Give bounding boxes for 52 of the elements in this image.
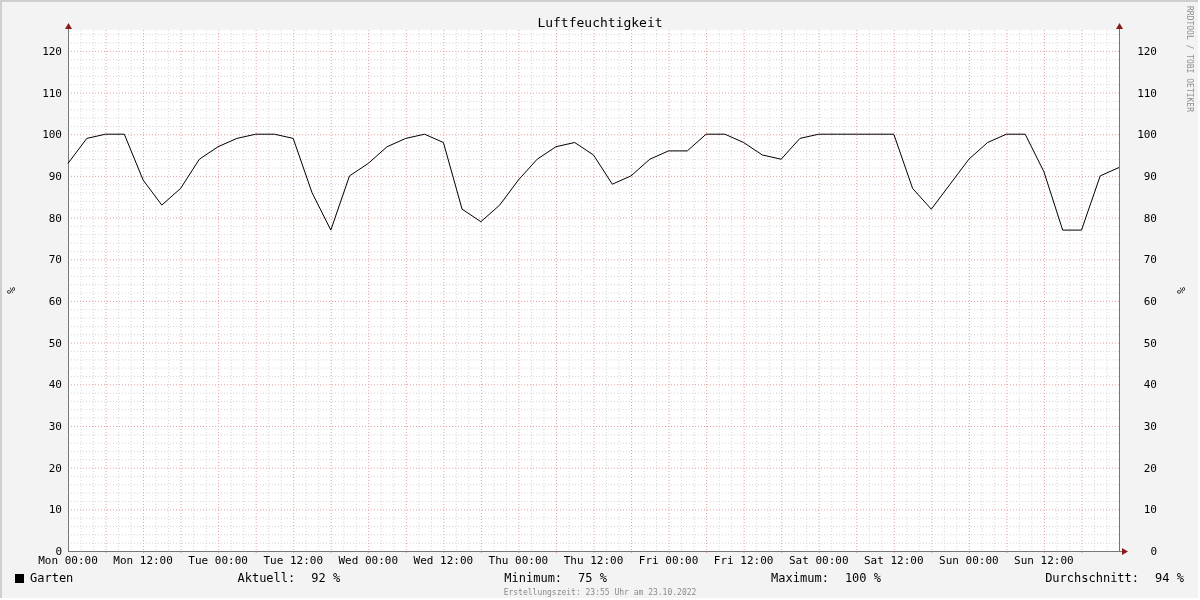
stat-value: 94 % xyxy=(1155,571,1184,585)
y-axis-title: % xyxy=(5,287,18,294)
x-tick-label: Mon 12:00 xyxy=(113,554,173,567)
y-tick-label: 90 xyxy=(1143,169,1157,183)
y-tick-label: 70 xyxy=(1143,253,1157,267)
y-tick-label: 20 xyxy=(1143,461,1157,475)
y-tick-label: 90 xyxy=(48,169,62,183)
y-tick-label: 60 xyxy=(1143,294,1157,308)
stat-value: 75 % xyxy=(578,571,607,585)
creation-time-note: Erstellungszeit: 23:55 Uhr am 23.10.2022 xyxy=(503,588,697,597)
y-tick-label: 60 xyxy=(48,294,62,308)
x-tick-label: Tue 12:00 xyxy=(263,554,323,567)
y-tick-label: 80 xyxy=(48,211,62,225)
y-tick-label: 120 xyxy=(1137,44,1157,58)
y-tick-label: 100 xyxy=(42,128,62,142)
stat-value: 100 % xyxy=(844,571,881,585)
y-tick-label: 100 xyxy=(1137,128,1157,142)
x-tick-label: Tue 00:00 xyxy=(188,554,248,567)
x-tick-label: Sat 12:00 xyxy=(864,554,924,567)
x-tick-label: Wed 00:00 xyxy=(338,554,399,567)
y-tick-label: 110 xyxy=(42,86,62,100)
x-tick-label: Fri 12:00 xyxy=(713,554,774,567)
y-tick-label: 30 xyxy=(48,419,62,433)
y-tick-label: 10 xyxy=(48,503,62,517)
y-tick-label: 70 xyxy=(48,253,62,267)
right-y-axis-title: % xyxy=(1175,287,1188,294)
y-tick-label: 120 xyxy=(42,44,62,58)
x-tick-label: Sun 12:00 xyxy=(1014,554,1074,567)
x-tick-label: Sat 00:00 xyxy=(788,554,849,567)
x-tick-label: Thu 00:00 xyxy=(488,554,549,567)
x-tick-label: Wed 12:00 xyxy=(413,554,474,567)
y-tick-label: 30 xyxy=(1143,419,1157,433)
x-tick-label: Fri 00:00 xyxy=(638,554,699,567)
stat-label: Minimum: xyxy=(504,571,563,585)
x-tick-label: Thu 12:00 xyxy=(563,554,624,567)
stat-label: Aktuell: xyxy=(237,571,296,585)
y-tick-label: 110 xyxy=(1137,86,1157,100)
stat-label: Durchschnitt: xyxy=(1045,571,1140,585)
y-tick-label: 10 xyxy=(1143,503,1157,517)
y-tick-label: 80 xyxy=(1143,211,1157,225)
graph-title: Luftfeuchtigkeit xyxy=(537,15,663,30)
y-tick-label: 50 xyxy=(48,336,62,350)
stat-label: Maximum: xyxy=(771,571,829,585)
y-tick-label: 0 xyxy=(1150,545,1157,558)
y-tick-label: 40 xyxy=(1143,378,1157,392)
x-tick-label: Sun 00:00 xyxy=(939,554,999,567)
legend-label: Garten xyxy=(30,571,74,585)
y-tick-label: 40 xyxy=(48,378,62,392)
watermark-text: RRDTOOL / TOBI OETIKER xyxy=(1185,6,1194,112)
y-tick-label: 20 xyxy=(48,461,62,475)
y-tick-label: 50 xyxy=(1143,336,1157,350)
stat-value: 92 % xyxy=(311,571,341,585)
